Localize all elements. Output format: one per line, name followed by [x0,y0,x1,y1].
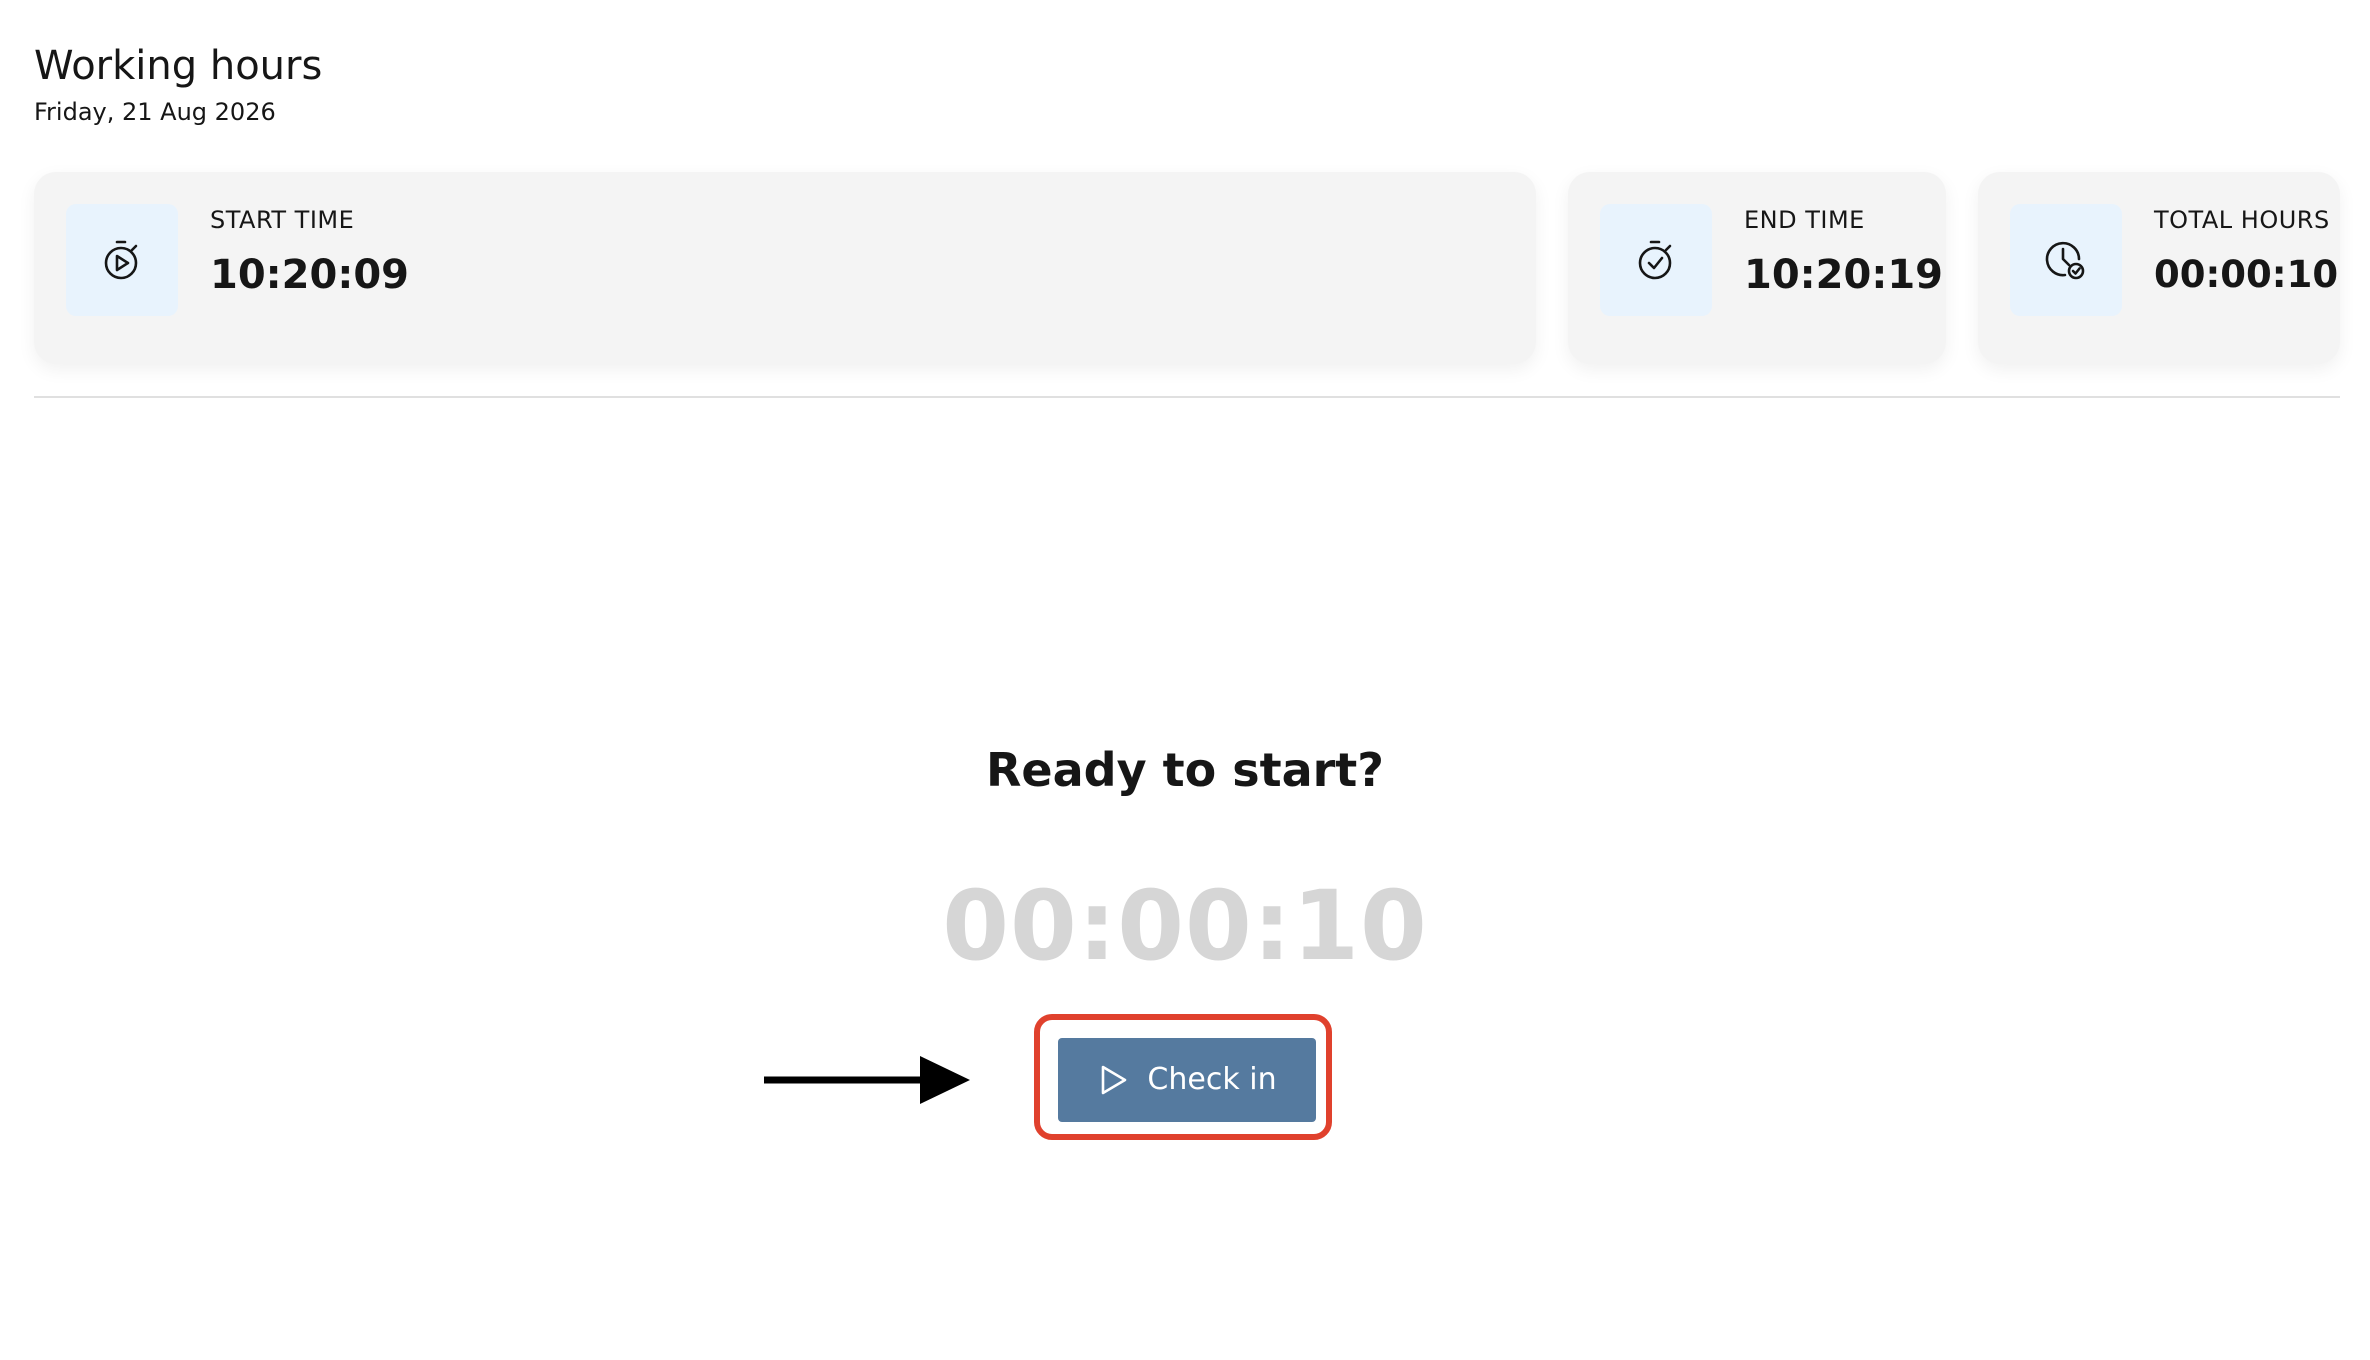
clock-check-icon [2045,241,2085,280]
elapsed-timer: 00:00:10 [942,870,1428,982]
start-time-icon-box [66,204,178,316]
end-time-text: END TIME 10:20:19 [1744,204,1943,300]
pointer-arrow-icon [764,1056,970,1104]
end-time-value: 10:20:19 [1744,252,1943,298]
stopwatch-check-icon [1638,240,1672,280]
page-title: Working hours [34,43,323,89]
stopwatch-play-icon [104,240,138,280]
total-hours-label: TOTAL HOURS [2154,206,2330,234]
working-hours-page: Working hours Friday, 21 Aug 2026 START … [0,0,2370,1360]
total-hours-card: TOTAL HOURS 00:00:10 [1978,172,2340,364]
check-in-label: Check in [1147,1062,1277,1097]
time-summary-cards: START TIME 10:20:09 END TIME 10:20:19 TO… [34,172,2340,364]
total-hours-text: TOTAL HOURS 00:00:10 [2154,204,2338,300]
start-time-value: 10:20:09 [210,252,409,298]
total-hours-icon-box [2010,204,2122,316]
ready-prompt: Ready to start? [986,743,1384,797]
section-divider [34,396,2340,398]
play-icon [1102,1065,1127,1095]
end-time-icon-box [1600,204,1712,316]
current-date: Friday, 21 Aug 2026 [34,98,276,126]
end-time-label: END TIME [1744,206,1865,234]
total-hours-value: 00:00:10 [2154,253,2339,296]
page-header: Working hours Friday, 21 Aug 2026 [34,40,322,128]
start-time-card: START TIME 10:20:09 [34,172,1536,364]
end-time-card: END TIME 10:20:19 [1568,172,1946,364]
start-time-text: START TIME 10:20:09 [210,204,409,300]
start-time-label: START TIME [210,206,355,234]
check-in-button[interactable]: Check in [1058,1038,1316,1122]
